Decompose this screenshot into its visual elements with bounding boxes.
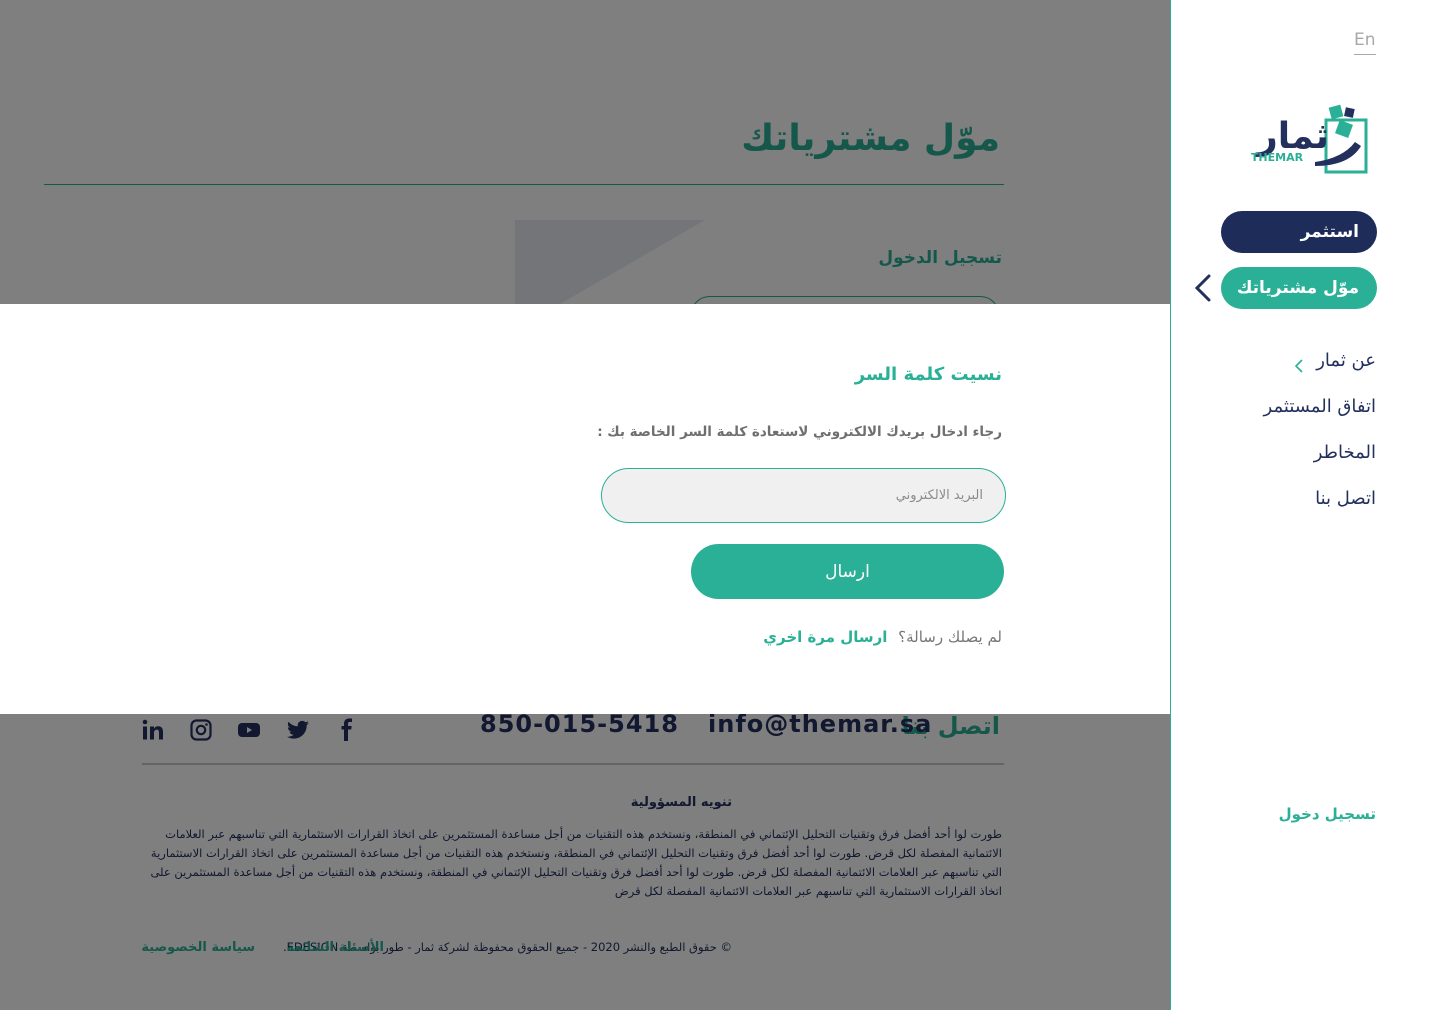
nav-investor-agreement[interactable]: اتفاق المستثمر [1264, 396, 1376, 417]
nav-risks[interactable]: المخاطر [1314, 442, 1376, 463]
email-input[interactable] [601, 468, 1006, 523]
resend-row: لم يصلك رسالة؟ ارسال مرة اخري [763, 628, 1002, 646]
themar-logo[interactable]: ثمار THEMAR [1233, 100, 1373, 180]
login-link[interactable]: تسجيل دخول [1279, 805, 1376, 823]
nav-invest-button[interactable]: استثمر [1221, 211, 1377, 253]
chevron-left-icon [1294, 359, 1303, 373]
chevron-left-icon [1194, 274, 1211, 302]
send-button[interactable]: ارسال [691, 544, 1004, 599]
forgot-password-modal: نسيت كلمة السر رجاء ادخال بريدك الالكترو… [0, 304, 1170, 714]
modal-title: نسيت كلمة السر [854, 364, 1002, 385]
logo-english-text: THEMAR [1251, 151, 1304, 164]
nav-finance-button[interactable]: موّل مشترياتك [1221, 267, 1377, 309]
modal-description: رجاء ادخال بريدك الالكتروني لاستعادة كلم… [597, 424, 1002, 440]
sidebar: En ثمار THEMAR استثمر موّل مشترياتك عن ث… [1170, 0, 1440, 1010]
language-switch[interactable]: En [1354, 30, 1376, 55]
resend-question: لم يصلك رسالة؟ [898, 628, 1002, 646]
nav-about[interactable]: عن ثمار [1316, 350, 1376, 371]
nav-contact[interactable]: اتصل بنا [1315, 488, 1376, 509]
resend-link[interactable]: ارسال مرة اخري [763, 628, 887, 646]
